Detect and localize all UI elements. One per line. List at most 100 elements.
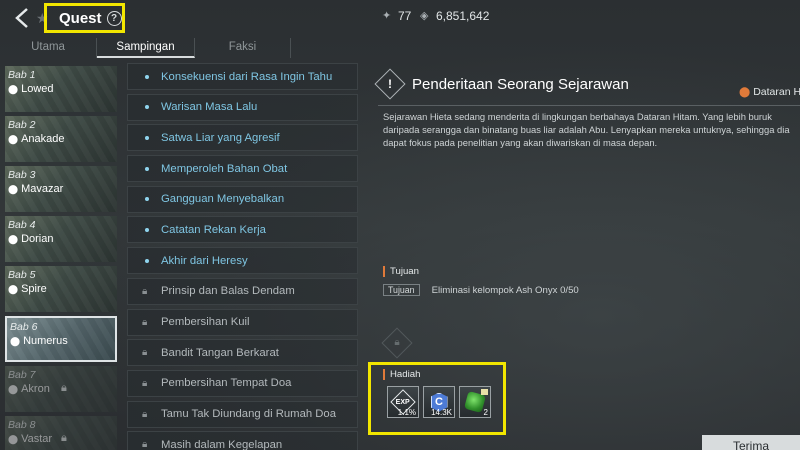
quest-location[interactable]: ⬤ Dataran Hi xyxy=(739,86,800,98)
chapter-name-text: Akron xyxy=(21,383,50,395)
quest-item[interactable]: Satwa Liar yang Agresif xyxy=(127,124,358,152)
bullet-icon xyxy=(145,227,149,232)
alert-symbol: ! xyxy=(388,77,392,91)
reward-qty: 1.1% xyxy=(397,408,416,417)
quest-label: Bandit Tangan Berkarat xyxy=(161,346,279,359)
quest-item-locked[interactable]: 🔒︎ Masih dalam Kegelapan xyxy=(127,431,358,450)
quest-item-locked[interactable]: 🔒︎ Bandit Tangan Berkarat xyxy=(127,339,358,367)
quest-label: Tamu Tak Diundang di Rumah Doa xyxy=(161,408,336,421)
lock-icon: 🔒︎ xyxy=(142,316,148,328)
chapter-item[interactable]: Bab 2 ⬤ Anakade xyxy=(5,116,117,162)
quest-item[interactable]: Akhir dari Heresy xyxy=(127,247,358,275)
lock-icon: 🔒︎ xyxy=(142,347,148,359)
location-pin-icon: ⬤ xyxy=(8,433,19,444)
header: ★ Quest ? ✦ 77 ◈ 6,851,642 xyxy=(0,0,800,36)
quest-item[interactable]: Memperoleh Bahan Obat xyxy=(127,155,358,183)
currency-b: ◈ 6,851,642 xyxy=(420,9,489,23)
quest-detail-title: Penderitaan Seorang Sejarawan xyxy=(412,75,629,93)
lock-icon: 🔒︎ xyxy=(142,377,148,389)
currency-a: ✦ 77 xyxy=(382,9,411,23)
objective-tag: Tujuan xyxy=(383,284,420,296)
quest-description: Sejarawan Hieta sedang menderita di ling… xyxy=(383,111,790,148)
quest-label: Pembersihan Tempat Doa xyxy=(161,377,292,390)
help-icon[interactable]: ? xyxy=(106,10,122,26)
chapter-item-locked[interactable]: Bab 7 ⬤ Akron 🔒︎ xyxy=(5,366,117,412)
chapter-name-text: Lowed xyxy=(21,83,54,95)
quest-label: Gangguan Menyebalkan xyxy=(161,193,285,206)
quest-label: Memperoleh Bahan Obat xyxy=(161,162,288,175)
chevron-left-icon xyxy=(15,8,28,28)
reward-qty: 2 xyxy=(483,408,488,417)
alert-icon: ! xyxy=(374,68,406,100)
page-title: Quest ? xyxy=(44,3,125,33)
quest-label: Warisan Masa Lalu xyxy=(161,101,258,114)
objective-row: Tujuan Eliminasi kelompok Ash Onyx 0/50 xyxy=(383,284,579,296)
chapter-number: Bab 3 xyxy=(8,169,36,181)
chapter-item[interactable]: Bab 5 ⬤ Spire xyxy=(5,266,117,312)
bullet-icon xyxy=(145,258,149,263)
location-pin-icon: ⬤ xyxy=(8,83,19,94)
chapter-name-text: Vastar xyxy=(21,433,53,445)
exp-icon-text: EXP xyxy=(395,398,411,406)
credit-icon-text: C xyxy=(435,396,443,408)
divider xyxy=(378,105,800,106)
chapter-item[interactable]: Bab 4 ⬤ Dorian xyxy=(5,216,117,262)
quest-item[interactable]: Warisan Masa Lalu xyxy=(127,93,358,121)
bullet-icon xyxy=(145,135,149,140)
chapter-item[interactable]: Bab 3 ⬤ Mavazar xyxy=(5,166,117,212)
location-pin-icon: ⬤ xyxy=(8,283,19,294)
lock-icon: 🔒︎ xyxy=(142,408,148,420)
quest-item[interactable]: Gangguan Menyebalkan xyxy=(127,185,358,213)
chapter-list: Bab 1 ⬤ Lowed Bab 2 ⬤ Anakade Bab 3 ⬤ Mavaz… xyxy=(5,66,117,450)
reward-item-credit[interactable]: C 14.3K xyxy=(423,386,455,418)
tab-sampingan[interactable]: Sampingan xyxy=(97,38,195,58)
location-pin-icon: ⬤ xyxy=(10,335,21,346)
quest-label: Konsekuensi dari Rasa Ingin Tahu xyxy=(161,70,333,83)
chapter-number: Bab 5 xyxy=(8,269,36,281)
objective-heading: Tujuan xyxy=(383,266,419,277)
chapter-name-text: Anakade xyxy=(21,133,65,145)
currency-a-value: 77 xyxy=(398,9,412,23)
chapter-item-active[interactable]: Bab 6 ⬤ Numerus xyxy=(5,316,117,362)
tab-faksi[interactable]: Faksi xyxy=(195,38,291,58)
accept-button[interactable]: Terima xyxy=(702,435,800,450)
reward-heading: Hadiah xyxy=(383,369,420,380)
objective-text: Eliminasi kelompok Ash Onyx 0/50 xyxy=(431,284,579,296)
chapter-number: Bab 4 xyxy=(8,219,36,231)
chapter-item-locked[interactable]: Bab 8 ⬤ Vastar 🔒︎ xyxy=(5,416,117,450)
chapter-number: Bab 7 xyxy=(8,369,36,381)
shield-currency-icon: ◈ xyxy=(420,10,429,22)
chapter-name-text: Numerus xyxy=(23,335,68,347)
quest-label: Pembersihan Kuil xyxy=(161,316,250,328)
reward-item-exp[interactable]: EXP 1.1% xyxy=(387,386,419,418)
quest-item[interactable]: Catatan Rekan Kerja xyxy=(127,216,358,244)
tab-bar: Utama Sampingan Faksi xyxy=(0,38,380,58)
lock-icon: 🔒︎ xyxy=(61,382,67,394)
quest-item-locked[interactable]: 🔒︎ Pembersihan Tempat Doa xyxy=(127,369,358,397)
location-pin-icon: ⬤ xyxy=(8,133,19,144)
chapter-name: ⬤ Numerus xyxy=(10,335,68,347)
quest-item-locked[interactable]: 🔒︎ Prinsip dan Balas Dendam xyxy=(127,277,358,305)
location-pin-icon: ⬤ xyxy=(739,86,751,98)
back-button[interactable] xyxy=(10,6,34,30)
quest-label: Satwa Liar yang Agresif xyxy=(161,131,280,144)
quest-label: Catatan Rekan Kerja xyxy=(161,223,266,236)
quest-label: Akhir dari Heresy xyxy=(161,254,248,267)
quest-label: Prinsip dan Balas Dendam xyxy=(161,285,295,298)
bullet-icon xyxy=(145,105,149,110)
quest-location-text: Dataran Hi xyxy=(753,86,800,98)
quest-item-locked[interactable]: 🔒︎ Tamu Tak Diundang di Rumah Doa xyxy=(127,400,358,428)
chapter-item[interactable]: Bab 1 ⬤ Lowed xyxy=(5,66,117,112)
quest-item[interactable]: Konsekuensi dari Rasa Ingin Tahu xyxy=(127,63,358,90)
quest-item-locked[interactable]: 🔒︎ Pembersihan Kuil xyxy=(127,308,358,336)
reward-list: EXP 1.1% C 14.3K 2 xyxy=(387,386,491,418)
chapter-number: Bab 2 xyxy=(8,119,36,131)
tab-utama[interactable]: Utama xyxy=(0,38,97,58)
chapter-number: Bab 1 xyxy=(8,69,36,81)
lock-icon: 🔒︎ xyxy=(394,337,400,348)
bullet-icon xyxy=(145,166,149,171)
chapter-name: ⬤ Dorian xyxy=(8,233,53,245)
location-pin-icon: ⬤ xyxy=(8,183,19,194)
bullet-icon xyxy=(145,197,149,202)
reward-item-gem[interactable]: 2 xyxy=(459,386,491,418)
